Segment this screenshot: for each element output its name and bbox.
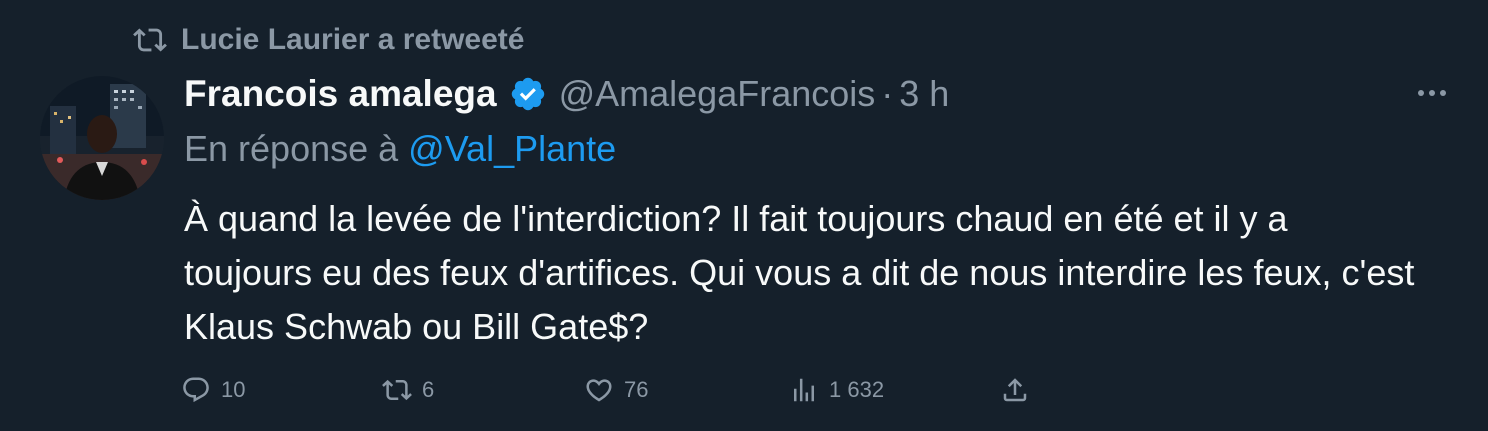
tweet-card[interactable]: Lucie Laurier a retweeté Francois amaleg… [0,0,1488,431]
retweet-icon [133,28,167,52]
verified-badge-icon[interactable] [509,75,547,113]
retweet-context-label: Lucie Laurier a retweeté [181,23,525,56]
separator-dot: · [881,73,894,114]
reply-button[interactable]: 10 [181,372,245,408]
retweet-action-icon [382,379,412,401]
avatar-image [40,76,164,200]
reply-to-handle-link[interactable]: @Val_Plante [408,128,616,169]
author-handle[interactable]: @AmalegaFrancois [559,73,876,115]
author-display-name[interactable]: Francois amalega [184,73,497,115]
tweet-header: Francois amalega @AmalegaFrancois · 3 h [184,72,949,116]
share-icon [1003,378,1027,402]
reply-prefix: En réponse à [184,128,399,169]
like-button[interactable]: 76 [584,372,648,408]
tweet-timestamp[interactable]: 3 h [899,73,949,115]
reply-icon [183,377,209,403]
like-count: 76 [624,377,649,402]
more-icon [1418,90,1446,96]
tweet-text: À quand la levée de l'interdiction? Il f… [184,198,1415,347]
avatar[interactable] [40,76,164,200]
more-options-button[interactable] [1415,78,1449,108]
heart-icon [586,379,612,402]
reply-context: En réponse à @Val_Plante [184,128,616,170]
views-count: 1 632 [829,377,885,402]
tweet-actions: 10 6 76 1 632 [181,372,1041,408]
retweet-count: 6 [422,377,435,402]
views-button[interactable]: 1 632 [789,372,884,408]
reply-count: 10 [221,377,246,402]
retweet-button[interactable]: 6 [382,372,434,408]
views-chart-icon [794,378,814,402]
share-button[interactable] [1000,372,1040,408]
retweet-context[interactable]: Lucie Laurier a retweeté [133,20,524,60]
